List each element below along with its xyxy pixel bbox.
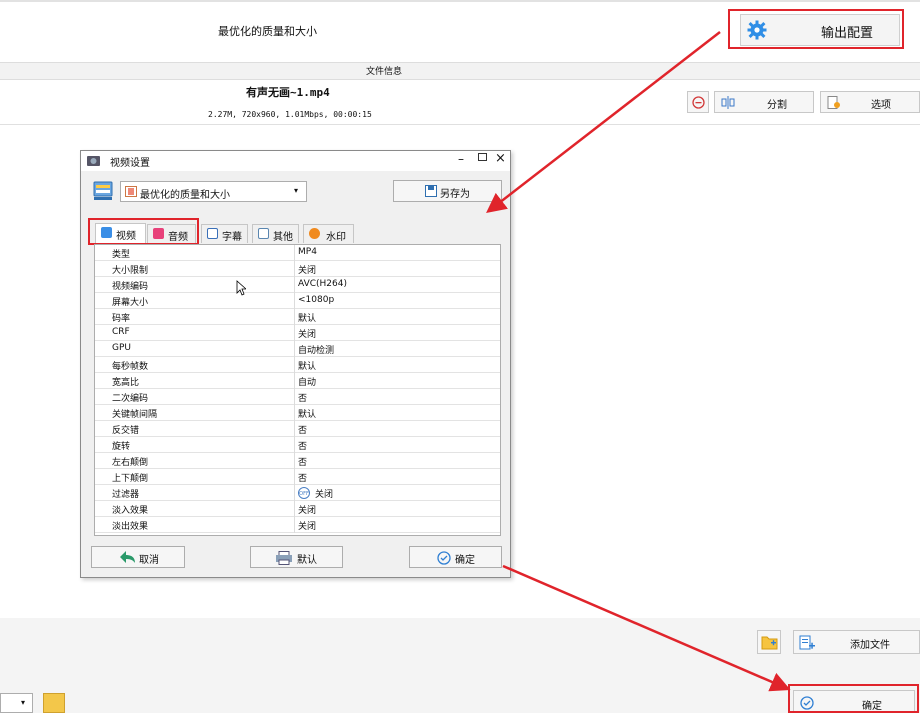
arrow-to-confirm <box>502 564 791 692</box>
arrow-to-dialog <box>486 31 721 214</box>
annotation-arrows <box>486 31 791 692</box>
